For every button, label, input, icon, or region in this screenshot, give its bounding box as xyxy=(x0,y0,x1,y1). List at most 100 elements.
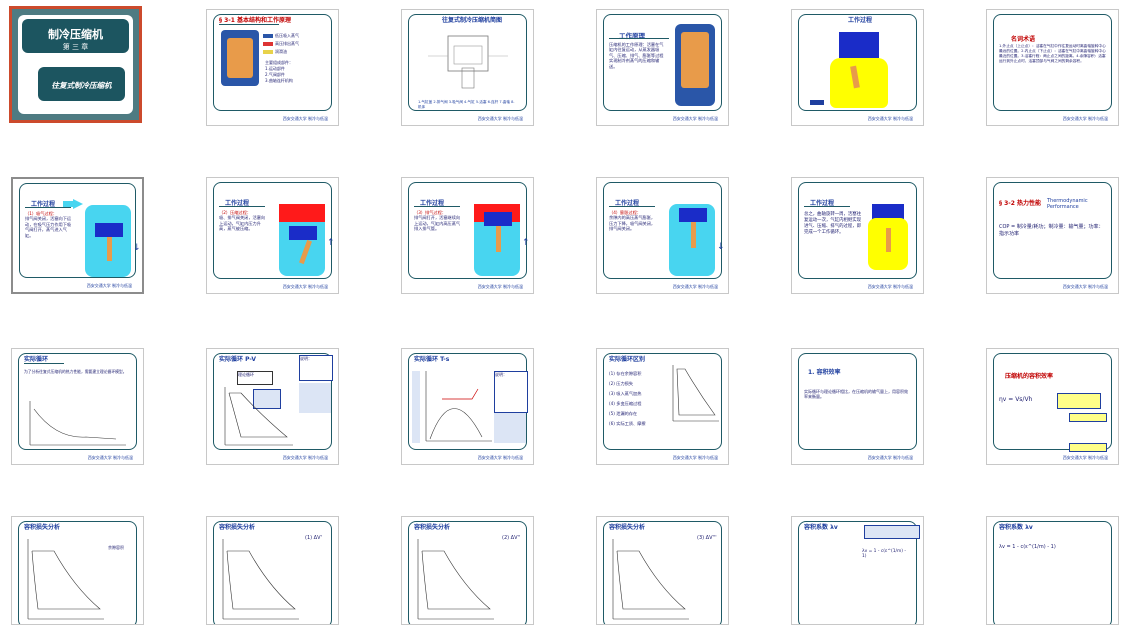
slide-thumbnail-21[interactable]: 容积损失分析 (2) ΔV'' xyxy=(401,516,534,625)
legend-1: 低压吸入蒸气 xyxy=(275,33,299,38)
slide-19-note: 余隙容积 xyxy=(108,545,124,550)
slide-14-footer: 西安交通大学 制冷与低温 xyxy=(282,455,328,460)
slide-thumbnail-1[interactable]: 制冷压缩机 第 三 章 往复式制冷压缩机 xyxy=(9,6,142,123)
slide-thumbnail-14[interactable]: 实际循环 P-V 理论循环 说明： 西安交通大学 制冷与低温 xyxy=(206,348,339,465)
legend-3: 润滑油 xyxy=(275,49,287,54)
slide-thumbnail-15[interactable]: 实际循环 T-s 说明： 西安交通大学 制冷与低温 xyxy=(401,348,534,465)
slide-3-footer: 西安交通大学 制冷与低温 xyxy=(477,116,523,121)
slide-16-item-3: (3) 吸入蒸气加热 xyxy=(609,391,642,396)
slide-2-item-4: 3.曲轴连杆机构 xyxy=(265,78,293,83)
slide-3-title: 往复式制冷压缩机简图 xyxy=(442,17,503,24)
slide-thumbnail-16[interactable]: 实际循环区别 (1) 存在余隙容积 (2) 压力损失 (3) 吸入蒸气加热 (4… xyxy=(596,348,729,465)
pv-diagram-20 xyxy=(222,539,299,620)
slide-14-note: 说明： xyxy=(299,355,333,381)
slide-thumbnail-23[interactable]: 容积系数 λv λv = 1 - c(ε^(1/m) - 1) xyxy=(791,516,924,625)
slide-14-box: 理论循环 xyxy=(237,371,273,385)
slide-19-title: 容积损失分析 xyxy=(24,524,61,531)
slide-5-footer: 西安交通大学 制冷与低温 xyxy=(867,116,913,121)
slide-thumbnail-4[interactable]: 工作原理 压缩机的工作原理：活塞在气缸内往复运动，从蒸发器吸气、压缩、排气、膨胀… xyxy=(596,9,729,126)
slide-11-text: 总之，曲轴旋转一周，活塞往复运动一次，气缸内相继实现进气、压缩、排气的过程，即完… xyxy=(804,212,862,235)
slide-thumbnail-11[interactable]: 工作过程 总之，曲轴旋转一周，活塞往复运动一次，气缸内相继实现进气、压缩、排气的… xyxy=(791,177,924,294)
slide-24-text: λv = 1 - c(ε^(1/m) - 1) xyxy=(999,544,1056,550)
slide-17-text: 实际循环与理论循环相比，在压缩机的输气量上，用容积效率来衡量。 xyxy=(804,389,908,400)
slide-20-title: 容积损失分析 xyxy=(219,524,256,531)
slide-thumbnail-3[interactable]: 往复式制冷压缩机简图 1.气缸盖 2.排气阀 3.吸气阀 4.气缸 5.活塞 6… xyxy=(401,9,534,126)
slide-21-note: (2) ΔV'' xyxy=(502,535,521,541)
slide-thumbnail-7[interactable]: 工作过程 （1）吸气过程： 排气阀关闭，活塞向下运动，在吸气压力作用下吸气阀打开… xyxy=(11,177,144,294)
legend-2: 高压排出蒸气 xyxy=(275,41,299,46)
slide-thumbnail-22[interactable]: 容积损失分析 (3) ΔV''' xyxy=(596,516,729,625)
slide-thumbnail-6[interactable]: 名词术语 1.外止点（上止点）：活塞在气缸中作往复运动时离曲轴旋转中心最远的位置… xyxy=(986,9,1119,126)
compressor-diagram-3 xyxy=(428,35,508,89)
slide-thumbnail-18[interactable]: 压缩机的容积效率 ηv = Vs/Vh 西安交通大学 制冷与低温 xyxy=(986,348,1119,465)
slide-10-footer: 西安交通大学 制冷与低温 xyxy=(672,284,718,289)
slide-13-footer: 西安交通大学 制冷与低温 xyxy=(87,455,133,460)
slide-20-note: (1) ΔV' xyxy=(305,535,322,541)
slide-thumbnail-20[interactable]: 容积损失分析 (1) ΔV' xyxy=(206,516,339,625)
arrow-down-icon: ↓ xyxy=(717,242,725,252)
slide-23-title: 容积系数 λv xyxy=(804,524,838,531)
slide-10-text: （4）膨胀过程： 余隙内的高压蒸气膨胀，压力下降，吸气阀关闭，排气阀关闭。 xyxy=(609,210,658,232)
slide-16-item-6: (6) 实际工质、摩擦 xyxy=(609,421,646,426)
slide-4-text: 压缩机的工作原理：活塞在气缸内往复运动，从蒸发器吸气、压缩、排气、膨胀等过程实现… xyxy=(609,42,664,69)
pv-diagram-19 xyxy=(27,539,104,620)
slide-1-subtitle: 往复式制冷压缩机 xyxy=(51,81,112,90)
slide-22-title: 容积损失分析 xyxy=(609,524,646,531)
slide-15-footer: 西安交通大学 制冷与低温 xyxy=(477,455,523,460)
slide-thumbnail-13[interactable]: 实际循环 为了分析往复式压缩机的热力性能，需要建立理论循环模型。 西安交通大学 … xyxy=(11,348,144,465)
slide-thumbnail-8[interactable]: 工作过程 （2）压缩过程： 吸、排气阀关闭，活塞向上运动，气缸内压力升高，蒸气被… xyxy=(206,177,339,294)
slide-7-footer: 西安交通大学 制冷与低温 xyxy=(86,283,132,288)
ts-diagram-15 xyxy=(425,371,492,442)
slide-12-title: § 3-2 热力性能 xyxy=(999,200,1042,207)
slide-7-desc: 排气阀关闭，活塞向下运动，在吸气压力作用下吸气阀打开，蒸气进入气缸。 xyxy=(25,216,72,238)
slide-16-item-1: (1) 存在余隙容积 xyxy=(609,371,642,376)
arrow-down-icon: ↓ xyxy=(133,243,141,253)
slide-8-footer: 西安交通大学 制冷与低温 xyxy=(282,284,328,289)
slide-7-text: （1）吸气过程： 排气阀关闭，活塞向下运动，在吸气压力作用下吸气阀打开，蒸气进入… xyxy=(25,211,72,238)
slide-6-footer: 西安交通大学 制冷与低温 xyxy=(1062,116,1108,121)
slide-2-footer: 西安交通大学 制冷与低温 xyxy=(282,116,328,121)
slide-16-title: 实际循环区别 xyxy=(609,356,646,363)
slide-1-title: 制冷压缩机 xyxy=(48,28,103,41)
slide-17-title: 1. 容积效率 xyxy=(808,369,841,376)
slide-thumbnail-9[interactable]: 工作过程 （3）排气过程： 排气阀打开，活塞继续向上运动，气缸内高压蒸气排入排气… xyxy=(401,177,534,294)
slide-thumbnail-12[interactable]: § 3-2 热力性能 Thermodynamic Performance COP… xyxy=(986,177,1119,294)
slide-6-text: 1.外止点（上止点）：活塞在气缸中作往复运动时离曲轴旋转中心最远的位置。2.内止… xyxy=(999,44,1106,63)
slide-thumbnail-19[interactable]: 容积损失分析 余隙容积 xyxy=(11,516,144,625)
slide-12-footer: 西安交通大学 制冷与低温 xyxy=(1062,284,1108,289)
slide-thumbnail-24[interactable]: 容积系数 λv λv = 1 - c(ε^(1/m) - 1) xyxy=(986,516,1119,625)
pv-diagram-22 xyxy=(612,539,689,620)
pv-diagram-13 xyxy=(29,401,126,446)
slide-4-footer: 西安交通大学 制冷与低温 xyxy=(672,116,718,121)
slide-17-footer: 西安交通大学 制冷与低温 xyxy=(867,455,913,460)
slide-16-footer: 西安交通大学 制冷与低温 xyxy=(672,455,718,460)
slide-15-title: 实际循环 T-s xyxy=(414,356,450,363)
slide-16-item-5: (5) 泄漏的存在 xyxy=(609,411,638,416)
slide-23-text: λv = 1 - c(ε^(1/m) - 1) xyxy=(862,549,906,560)
slide-thumbnail-10[interactable]: 工作过程 （4）膨胀过程： 余隙内的高压蒸气膨胀，压力下降，吸气阀关闭，排气阀关… xyxy=(596,177,729,294)
slide-24-title: 容积系数 λv xyxy=(999,524,1033,531)
slide-thumbnail-5[interactable]: 工作过程 西安交通大学 制冷与低温 xyxy=(791,9,924,126)
slide-9-text: （3）排气过程： 排气阀打开，活塞继续向上运动，气缸内高压蒸气排入排气管。 xyxy=(414,210,463,232)
slide-14-title: 实际循环 P-V xyxy=(219,356,257,363)
slide-5-title: 工作过程 xyxy=(848,17,873,24)
slide-16-item-4: (4) 多变压缩过程 xyxy=(609,401,642,406)
pv-diagram-14 xyxy=(224,387,293,446)
slide-16-item-2: (2) 压力损失 xyxy=(609,381,634,386)
slide-8-desc: 吸、排气阀关闭，活塞向上运动，气缸内压力升高，蒸气被压缩。 xyxy=(219,215,266,232)
slide-1-chapter: 第 三 章 xyxy=(62,43,89,51)
slide-6-title: 名词术语 xyxy=(1011,36,1036,43)
slide-2-title: § 3-1 基本结构和工作原理 xyxy=(219,17,292,24)
slide-15-note: 说明： xyxy=(494,371,528,413)
arrow-up-icon: ↑ xyxy=(327,238,335,248)
slide-8-text: （2）压缩过程： 吸、排气阀关闭，活塞向上运动，气缸内压力升高，蒸气被压缩。 xyxy=(219,210,268,232)
slide-10-desc: 余隙内的高压蒸气膨胀，压力下降，吸气阀关闭，排气阀关闭。 xyxy=(609,215,656,232)
slide-18-title: 压缩机的容积效率 xyxy=(1005,373,1054,380)
slide-thumbnail-2[interactable]: § 3-1 基本结构和工作原理 低压吸入蒸气 高压排出蒸气 润滑油 主要组成部件… xyxy=(206,9,339,126)
slide-22-note: (3) ΔV''' xyxy=(697,535,717,541)
slide-13-title: 实际循环 xyxy=(24,356,49,363)
pv-diagram-21 xyxy=(417,539,494,620)
slide-9-footer: 西安交通大学 制冷与低温 xyxy=(477,284,523,289)
slide-13-text: 为了分析往复式压缩机的热力性能，需要建立理论循环模型。 xyxy=(24,369,127,374)
slide-thumbnail-17[interactable]: 1. 容积效率 实际循环与理论循环相比，在压缩机的输气量上，用容积效率来衡量。 … xyxy=(791,348,924,465)
